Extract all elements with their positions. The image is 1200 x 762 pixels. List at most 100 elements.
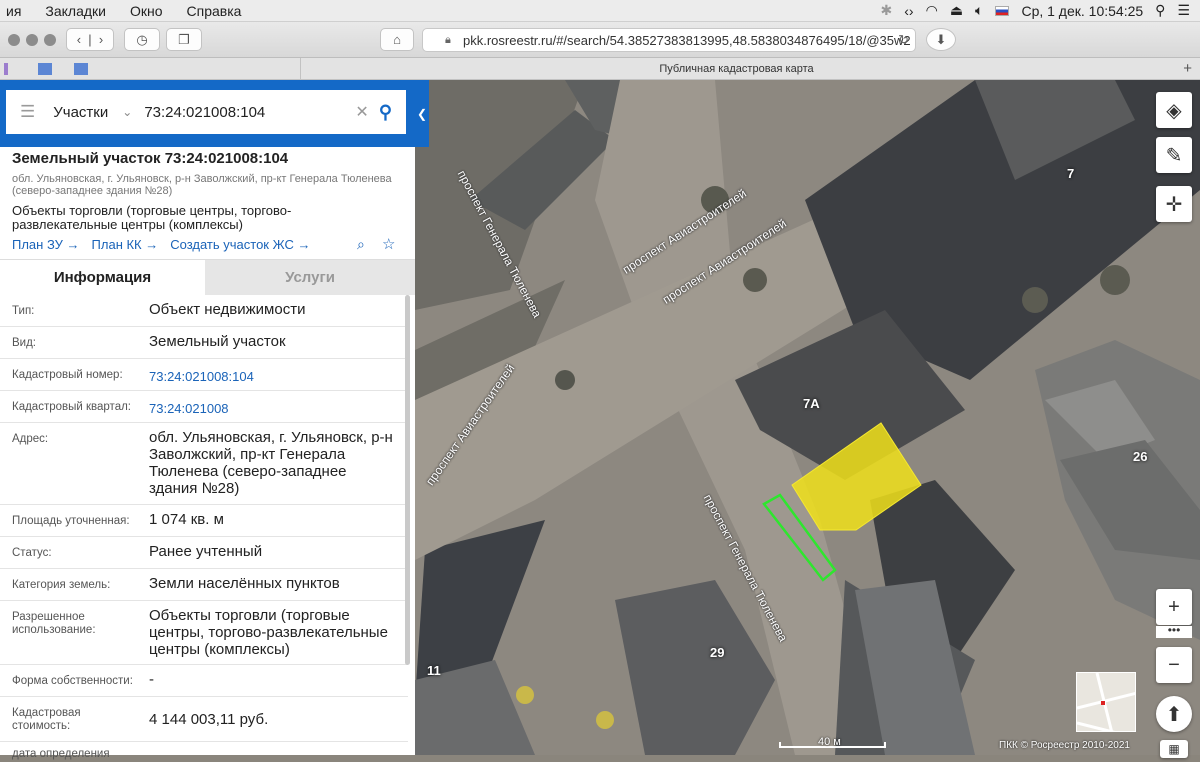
clock[interactable]: Ср, 1 дек. 10:54:25	[1021, 3, 1143, 19]
attribution: ПКК © Росреестр 2010-2021	[999, 740, 1130, 751]
compass-icon[interactable]: ⬆	[1156, 696, 1192, 732]
field-label: Кадастровый номер:	[12, 369, 123, 381]
flag-icon[interactable]	[995, 5, 1010, 16]
field-label: Разрешенное использование:	[12, 611, 96, 636]
field-label: Адрес:	[12, 433, 49, 445]
field-label: Кадастровый квартал:	[12, 401, 131, 413]
field-label: Площадь уточненная:	[12, 515, 130, 527]
field-row-type: Тип: Объект недвижимости	[0, 295, 408, 327]
bookmarks-icons[interactable]	[4, 63, 289, 75]
zoom-out-button[interactable]: −	[1156, 647, 1192, 683]
card-links: План ЗУ → План КК → Создать участок ЖС →	[12, 237, 310, 252]
field-row-date: дата определения	[0, 742, 408, 762]
field-row-address: Адрес: обл. Ульяновская, г. Ульяновск, р…	[0, 423, 408, 505]
volume-icon[interactable]: 🔈︎	[975, 2, 983, 19]
scrollbar[interactable]	[405, 295, 410, 665]
field-value: Земли населённых пунктов	[149, 575, 340, 592]
list-icon[interactable]: ☰	[1177, 2, 1190, 19]
collapse-panel-button[interactable]: ❮	[415, 80, 429, 147]
cadastral-number-link[interactable]: 73:24:021008:104	[149, 368, 404, 385]
card-purpose: Объекты торговли (торговые центры, торго…	[12, 203, 292, 232]
new-tab-button[interactable]: +	[1183, 60, 1192, 77]
tab-title[interactable]: Публичная кадастровая карта	[300, 58, 1172, 80]
building-number: 29	[710, 645, 725, 660]
browser-toolbar: ‹ | › ◷ ❐ ⌂ 🔒︎ pkk.rosreestr.ru/#/search…	[0, 22, 1200, 58]
field-value: 1 074 кв. м	[149, 511, 224, 528]
address-bar[interactable]: 🔒︎ pkk.rosreestr.ru/#/search/54.38527383…	[422, 28, 916, 52]
scale-label: 40 м	[818, 736, 841, 748]
lock-icon: 🔒︎	[445, 33, 451, 46]
reload-icon[interactable]: ↻	[898, 32, 909, 48]
field-row-ownership: Форма собственности: -	[0, 665, 408, 697]
url-text: pkk.rosreestr.ru/#/search/54.38527383813…	[463, 32, 911, 48]
search-input[interactable]: 73:24:021008:104	[144, 104, 265, 121]
field-row-cadastral-number: Кадастровый номер: 73:24:021008:104	[0, 359, 408, 391]
menu-bar: ия Закладки Окно Справка ✱ ‹› ◠ ⏏ 🔈︎ Ср,…	[0, 0, 1200, 22]
search-box[interactable]: ☰ Участки ⌄ 73:24:021008:104 ✕ ⚲	[6, 90, 406, 134]
download-icon[interactable]: ⬇	[926, 28, 956, 51]
field-label: Категория земель:	[12, 579, 111, 591]
category-select[interactable]: Участки	[53, 104, 108, 121]
history-icon[interactable]: ◷	[124, 28, 160, 51]
layers-icon[interactable]: ◈	[1156, 92, 1192, 128]
search-doc-icon[interactable]: ⌕	[357, 236, 365, 253]
zoom-in-button[interactable]: +	[1156, 589, 1192, 625]
building-number: 11	[427, 663, 441, 678]
field-label: Форма собственности:	[12, 675, 133, 687]
clear-icon[interactable]: ✕	[355, 102, 368, 122]
link-plan-kk[interactable]: План КК →	[92, 237, 159, 252]
field-row-cadastral-quarter: Кадастровый квартал: 73:24:021008	[0, 391, 408, 423]
menu-window[interactable]: Окно	[130, 3, 163, 19]
tab-info-label: Информация	[53, 269, 152, 286]
field-row-kind: Вид: Земельный участок	[0, 327, 408, 359]
menu-icon[interactable]: ☰	[20, 102, 35, 122]
field-row-status: Статус: Ранее учтенный	[0, 537, 408, 569]
menu-bookmarks[interactable]: Закладки	[45, 3, 106, 19]
field-row-permitted-use: Разрешенное использование: Объекты торго…	[0, 601, 408, 665]
card-address: обл. Ульяновская, г. Ульяновск, р-н Заво…	[12, 173, 392, 197]
field-row-land-category: Категория земель: Земли населённых пункт…	[0, 569, 408, 601]
field-label: Тип:	[12, 305, 35, 317]
search-icon[interactable]: ⚲	[379, 102, 392, 123]
building-number: 26	[1133, 449, 1148, 464]
ruler-icon[interactable]: ✎	[1156, 137, 1192, 173]
field-value: Земельный участок	[149, 333, 286, 350]
more-dots-icon[interactable]: •••	[1156, 624, 1192, 638]
search-icon[interactable]: ⚲	[1155, 2, 1165, 19]
field-label: Вид:	[12, 337, 36, 349]
field-value: Объекты торговли (торговые центры, торго…	[149, 607, 388, 658]
close-window-button[interactable]	[8, 34, 20, 46]
code-icon[interactable]: ‹›	[904, 3, 913, 19]
building-number: 7А	[803, 396, 820, 411]
bluetooth-icon[interactable]: ✱	[881, 2, 893, 19]
link-plan-zu[interactable]: План ЗУ →	[12, 237, 80, 252]
star-icon[interactable]: ☆	[382, 235, 395, 253]
tab-info[interactable]: Информация	[0, 259, 205, 295]
field-value: Ранее учтенный	[149, 543, 263, 560]
field-value: -	[149, 671, 154, 688]
menu-item[interactable]: ия	[6, 3, 21, 19]
search-header: ☰ Участки ⌄ 73:24:021008:104 ✕ ⚲	[0, 80, 415, 147]
wifi-icon[interactable]: ◠	[926, 2, 938, 19]
minimize-window-button[interactable]	[26, 34, 38, 46]
card-title: Земельный участок 73:24:021008:104	[12, 150, 289, 167]
tab-services[interactable]: Услуги	[205, 259, 415, 295]
home-icon[interactable]: ⌂	[380, 28, 414, 51]
satellite-map[interactable]: проспект Генерала Тюленева проспект Авиа…	[415, 80, 1200, 755]
chevron-down-icon[interactable]: ⌄	[122, 105, 132, 119]
eject-icon[interactable]: ⏏	[950, 2, 963, 19]
back-forward-buttons[interactable]: ‹ | ›	[66, 28, 114, 51]
tabs-icon[interactable]: ❐	[166, 28, 202, 51]
cadastral-quarter-link[interactable]: 73:24:021008	[149, 400, 404, 417]
field-label: Кадастровая стоимость:	[12, 707, 81, 732]
minimap-thumbnail[interactable]	[1076, 672, 1136, 732]
info-panel: ☰ Участки ⌄ 73:24:021008:104 ✕ ⚲ Земельн…	[0, 80, 415, 760]
zoom-window-button[interactable]	[44, 34, 56, 46]
field-label: Статус:	[12, 547, 52, 559]
menu-help[interactable]: Справка	[187, 3, 242, 19]
link-create-parcel[interactable]: Создать участок ЖС →	[170, 237, 310, 252]
field-row-area: Площадь уточненная: 1 074 кв. м	[0, 505, 408, 537]
locate-icon[interactable]: ✛	[1156, 186, 1192, 222]
tab-services-label: Услуги	[285, 269, 335, 286]
grid-icon[interactable]: ▦	[1160, 740, 1188, 758]
